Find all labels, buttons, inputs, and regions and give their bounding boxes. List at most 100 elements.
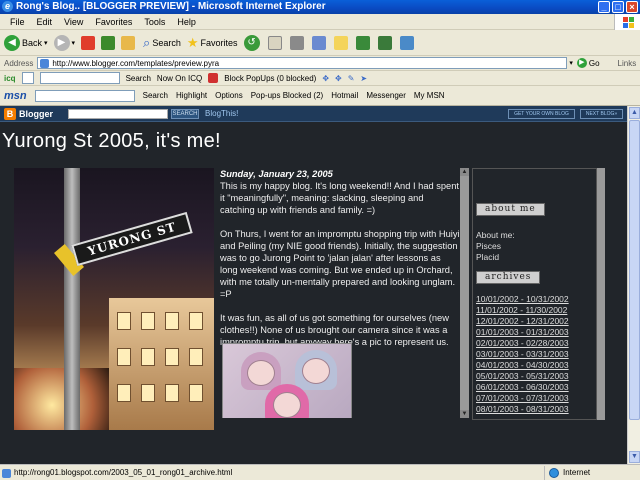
- block-popups-button[interactable]: Block PopUps (0 blocked): [224, 74, 316, 83]
- msn-logo[interactable]: msn: [4, 90, 27, 102]
- close-button[interactable]: ×: [626, 1, 638, 13]
- header-photo: YURONG ST: [14, 168, 214, 430]
- street-sign: YURONG ST: [71, 211, 193, 267]
- forward-arrow-icon: ▶: [53, 34, 70, 51]
- status-bar: http://rong01.blogspot.com/2003_05_01_ro…: [0, 464, 640, 480]
- scroll-down-arrow-icon[interactable]: ▼: [460, 410, 469, 418]
- links-button[interactable]: Links: [618, 59, 637, 68]
- go-button[interactable]: ▶ Go: [576, 58, 600, 68]
- menu-edit[interactable]: Edit: [31, 17, 59, 27]
- options-button[interactable]: Options: [215, 91, 243, 100]
- mail-icon[interactable]: [267, 35, 282, 50]
- search-button[interactable]: ⌕ Search: [143, 35, 181, 51]
- pencil-icon[interactable]: ✎: [348, 74, 355, 83]
- archive-link[interactable]: 06/01/2003 - 06/30/2003: [476, 382, 596, 393]
- back-button[interactable]: ◀ Back ▾: [4, 34, 48, 51]
- get-own-blog-button[interactable]: GET YOUR OWN BLOG: [508, 109, 575, 119]
- blogger-search-button[interactable]: SEARCH: [171, 109, 199, 119]
- address-input[interactable]: http://www.blogger.com/templates/preview…: [37, 57, 568, 69]
- hotmail-button[interactable]: Hotmail: [331, 91, 358, 100]
- archive-link[interactable]: 07/01/2003 - 07/31/2003: [476, 393, 596, 404]
- blogthis-link[interactable]: BlogThis!: [205, 109, 238, 118]
- go-arrow-icon: ▶: [576, 58, 587, 68]
- now-on-icq-button[interactable]: Now On ICQ: [157, 74, 202, 83]
- archive-link[interactable]: 04/01/2003 - 04/30/2003: [476, 360, 596, 371]
- mymsn-button[interactable]: My MSN: [414, 91, 445, 100]
- stop-icon[interactable]: [81, 35, 96, 50]
- messenger-button[interactable]: Messenger: [366, 91, 406, 100]
- about-item: Pisces: [476, 241, 502, 251]
- blogger-navbar: B Blogger SEARCH BlogThis! GET YOUR OWN …: [0, 106, 627, 122]
- address-bar: Address http://www.blogger.com/templates…: [0, 56, 640, 71]
- archive-link[interactable]: 08/01/2003 - 08/31/2003: [476, 404, 596, 415]
- forward-button[interactable]: ▶ ▾: [53, 34, 76, 51]
- archive-link[interactable]: 03/01/2003 - 03/31/2003: [476, 349, 596, 360]
- msn-toolbar: msn Search Highlight Options Pop-ups Blo…: [0, 86, 640, 106]
- menu-help[interactable]: Help: [171, 17, 202, 27]
- page-scrollbar[interactable]: ▲ ▼: [627, 106, 640, 464]
- archive-link[interactable]: 10/01/2002 - 10/31/2002: [476, 294, 596, 305]
- move-icon-2[interactable]: ✥: [335, 74, 342, 83]
- browser-window: e Rong's Blog.. [BLOGGER PREVIEW] - Micr…: [0, 0, 640, 480]
- sidebar-scrollbar[interactable]: [597, 168, 605, 420]
- standard-toolbar: ◀ Back ▾ ▶ ▾ ⌕ Search ★ Favorites ↺: [0, 30, 640, 56]
- home-icon[interactable]: [121, 35, 136, 50]
- post-drawing-image: [222, 343, 352, 418]
- cursor-icon[interactable]: ➤: [360, 74, 367, 83]
- next-blog-button[interactable]: NEXT BLOG»: [580, 109, 623, 119]
- blogger-logo[interactable]: B Blogger: [4, 108, 53, 120]
- messenger-toolbar-icon[interactable]: [377, 35, 392, 50]
- back-dropdown-icon[interactable]: ▾: [44, 39, 48, 47]
- menu-favorites[interactable]: Favorites: [89, 17, 138, 27]
- history-icon[interactable]: ↺: [243, 34, 260, 51]
- scroll-up-arrow-icon[interactable]: ▲: [460, 168, 469, 176]
- people-icon[interactable]: [399, 35, 414, 50]
- magnifier-icon: ⌕: [143, 34, 151, 50]
- refresh-icon[interactable]: [101, 35, 116, 50]
- icq-logo[interactable]: icq: [4, 74, 16, 83]
- page-scroll-down-icon[interactable]: ▼: [629, 451, 640, 463]
- sidebar: about me About me: Pisces Placid archive…: [472, 168, 597, 420]
- print-icon[interactable]: [289, 35, 304, 50]
- edit-icon[interactable]: [311, 35, 326, 50]
- msn-search-button[interactable]: Search: [143, 91, 168, 100]
- research-icon[interactable]: [355, 35, 370, 50]
- favorites-button[interactable]: ★ Favorites: [187, 35, 238, 51]
- status-url: http://rong01.blogspot.com/2003_05_01_ro…: [0, 465, 545, 480]
- about-me-header: about me: [476, 203, 545, 216]
- discuss-icon[interactable]: [333, 35, 348, 50]
- icq-search-button[interactable]: Search: [126, 74, 151, 83]
- menu-tools[interactable]: Tools: [138, 17, 171, 27]
- zone-label: Internet: [563, 468, 591, 477]
- msn-search-input[interactable]: [34, 89, 135, 102]
- highlight-button[interactable]: Highlight: [176, 91, 207, 100]
- archive-link[interactable]: 05/01/2003 - 05/31/2003: [476, 371, 596, 382]
- popup-block-icon: [208, 73, 219, 83]
- blogger-search-input[interactable]: [68, 109, 168, 119]
- forward-dropdown-icon[interactable]: ▾: [72, 39, 76, 47]
- windows-logo-icon: [614, 14, 640, 30]
- icq-toolbar: icq Search Now On ICQ Block PopUps (0 bl…: [0, 71, 640, 86]
- page-scroll-up-icon[interactable]: ▲: [629, 107, 640, 119]
- icq-search-input[interactable]: [39, 72, 120, 84]
- icq-status-combo[interactable]: [21, 72, 34, 84]
- menu-file[interactable]: File: [4, 17, 31, 27]
- post-paragraph-1: This is my happy blog. It's long weekend…: [220, 181, 459, 215]
- popups-blocked-button[interactable]: Pop-ups Blocked (2): [251, 91, 323, 100]
- about-item: Placid: [476, 252, 500, 262]
- archives-list: 10/01/2002 - 10/31/2002 11/01/2002 - 11/…: [473, 294, 596, 415]
- archive-link[interactable]: 12/01/2002 - 12/31/2002: [476, 316, 596, 327]
- post-scrollbar[interactable]: ▲ ▼: [460, 168, 469, 418]
- minimize-button[interactable]: _: [598, 1, 610, 13]
- post-paragraph-2: On Thurs, I went for an impromptu shoppi…: [220, 229, 460, 299]
- move-icon[interactable]: ✥: [322, 74, 329, 83]
- page-scroll-thumb[interactable]: [629, 120, 640, 420]
- archive-link[interactable]: 11/01/2002 - 11/30/2002: [476, 305, 596, 316]
- window-title: Rong's Blog.. [BLOGGER PREVIEW] - Micros…: [16, 1, 326, 12]
- address-dropdown-icon[interactable]: ▾: [569, 59, 573, 67]
- menu-view[interactable]: View: [58, 17, 89, 27]
- archive-link[interactable]: 02/01/2003 - 02/28/2003: [476, 338, 596, 349]
- menu-bar: File Edit View Favorites Tools Help: [0, 14, 640, 30]
- archive-link[interactable]: 01/01/2003 - 01/31/2003: [476, 327, 596, 338]
- maximize-button[interactable]: □: [612, 1, 624, 13]
